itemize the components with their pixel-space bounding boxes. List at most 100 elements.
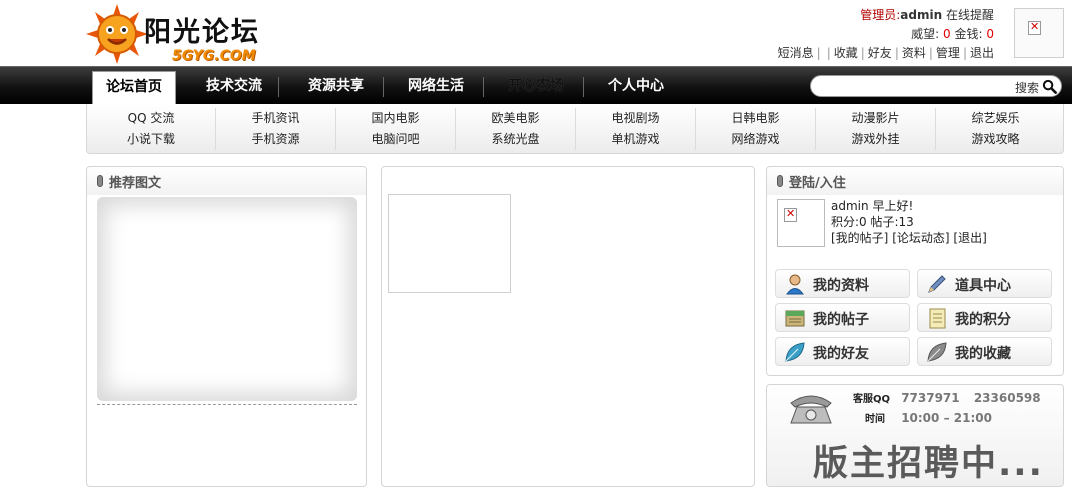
notepad-icon — [929, 308, 946, 329]
tab-tech[interactable]: 技术交流 — [191, 71, 279, 105]
panel-title: 推荐图文 — [109, 176, 162, 191]
button-label: 我的帖子 — [813, 312, 869, 328]
center-panel — [381, 166, 755, 487]
link-my-posts[interactable]: [我的帖子] — [831, 231, 888, 245]
link-favorites[interactable]: 收藏 — [834, 46, 858, 60]
user-icon — [786, 274, 804, 295]
button-label: 我的好友 — [813, 346, 869, 362]
subnav-link[interactable]: 综艺娱乐 — [936, 108, 1055, 129]
subnav-link[interactable]: 日韩电影 — [696, 108, 815, 129]
sun-logo-icon — [86, 4, 148, 64]
subnav-col: QQ 交流 小说下载 — [91, 108, 211, 150]
subnav-link[interactable]: 国内电影 — [336, 108, 455, 129]
button-label: 道具中心 — [955, 278, 1011, 294]
my-friends-button[interactable]: 我的好友 — [775, 337, 910, 366]
login-info: admin 早上好! 积分:0 帖子:13 [我的帖子] [论坛动态] [退出] — [831, 198, 987, 246]
login-panel: 登陆/入住 admin 早上好! 积分:0 帖子:13 [我的帖子] [论坛动态… — [766, 166, 1064, 376]
subnav-col: 欧美电影 系统光盘 — [455, 108, 575, 150]
tab-personal[interactable]: 个人中心 — [590, 71, 682, 105]
link-logout[interactable]: 退出 — [970, 46, 994, 60]
subnav-link[interactable]: 手机资源 — [216, 129, 335, 150]
panel-title: 登陆/入住 — [789, 176, 846, 191]
my-favorites-button[interactable]: 我的收藏 — [917, 337, 1052, 366]
sub-nav: QQ 交流 小说下载 手机资讯 手机资源 国内电影 电脑问吧 欧美电影 系统光盘… — [86, 104, 1064, 154]
broken-image-icon — [784, 207, 797, 222]
panel-header: 推荐图文 — [87, 167, 366, 195]
search-icon[interactable] — [1042, 79, 1057, 94]
broken-image-icon — [1028, 20, 1041, 35]
pencil-icon — [928, 275, 946, 293]
divider — [97, 404, 357, 405]
logo-title: 阳光论坛 — [144, 17, 260, 48]
subnav-col: 动漫影片 游戏外挂 — [815, 108, 935, 150]
subnav-link[interactable]: 网络游戏 — [696, 129, 815, 150]
money-value: 0 — [986, 27, 994, 41]
my-points-button[interactable]: 我的积分 — [917, 303, 1052, 332]
search-label[interactable]: 搜索 — [1015, 79, 1039, 96]
tab-resources-label: 资源共享 — [308, 78, 364, 94]
subnav-link[interactable]: 电脑问吧 — [336, 129, 455, 150]
subnav-link[interactable]: 游戏攻略 — [936, 129, 1055, 150]
bullet-icon — [97, 175, 103, 187]
subnav-link[interactable]: 欧美电影 — [456, 108, 575, 129]
subnav-link[interactable]: 电视剧场 — [576, 108, 695, 129]
subnav-link[interactable]: QQ 交流 — [91, 108, 211, 129]
online-status[interactable]: 在线提醒 — [946, 8, 994, 22]
leaf-gray-icon — [927, 342, 947, 362]
link-logout[interactable]: [退出] — [953, 231, 986, 245]
item-center-button[interactable]: 道具中心 — [917, 269, 1052, 298]
qq-label: 客服QQ — [853, 394, 891, 405]
subnav-link[interactable]: 单机游戏 — [576, 129, 695, 150]
customer-service-panel: 客服QQ 7737971 23360598 时间 10:00 – 21:00 版… — [766, 384, 1064, 487]
qq-line: 客服QQ 7737971 23360598 — [853, 389, 1051, 409]
time-value: 10:00 – 21:00 — [901, 411, 992, 425]
subnav-link[interactable]: 小说下载 — [91, 129, 211, 150]
prestige-value: 0 — [943, 27, 951, 41]
time-line: 时间 10:00 – 21:00 — [853, 409, 1051, 429]
header-avatar[interactable] — [1014, 8, 1064, 58]
qq-number[interactable]: 7737971 — [901, 391, 959, 405]
search-box[interactable]: 搜索 — [810, 75, 1062, 97]
main-nav: 论坛首页 技术交流 资源共享 网络生活 开心农场 个人中心 搜索 — [0, 66, 1072, 107]
user-links: 短消息 | | 收藏 | 好友 | 资料 | 管理 | 退出 — [777, 46, 994, 60]
qq-number[interactable]: 23360598 — [974, 391, 1041, 405]
leaf-icon — [785, 342, 805, 362]
my-profile-button[interactable]: 我的资料 — [775, 269, 910, 298]
subnav-link[interactable]: 手机资讯 — [216, 108, 335, 129]
tab-resources[interactable]: 资源共享 — [290, 71, 384, 105]
subnav-link[interactable]: 系统光盘 — [456, 129, 575, 150]
time-label: 时间 — [865, 414, 885, 425]
subnav-col: 国内电影 电脑问吧 — [335, 108, 455, 150]
user-stats: 积分:0 帖子:13 — [831, 215, 914, 229]
link-profile[interactable]: 资料 — [902, 46, 926, 60]
login-username[interactable]: admin — [831, 199, 869, 213]
my-posts-button[interactable]: 我的帖子 — [775, 303, 910, 332]
user-stats-line: 威望: 0 金钱: 0 — [778, 25, 994, 44]
subnav-link[interactable]: 动漫影片 — [816, 108, 935, 129]
user-name[interactable]: admin — [900, 8, 942, 22]
moderator-recruit-banner[interactable]: 版主招聘中... — [813, 435, 1044, 486]
button-label: 我的收藏 — [955, 346, 1011, 362]
login-links: [我的帖子] [论坛动态] [退出] — [831, 230, 987, 246]
subnav-link[interactable]: 游戏外挂 — [816, 129, 935, 150]
user-role: 管理员: — [860, 8, 901, 22]
site-logo[interactable]: 阳光论坛 5GYG.COM — [86, 4, 276, 66]
logo-domain: 5GYG.COM — [172, 48, 256, 64]
tab-farm[interactable]: 开心农场 — [490, 71, 584, 105]
button-label: 我的资料 — [813, 278, 869, 294]
greeting-line: admin 早上好! — [831, 198, 987, 214]
link-forum-activity[interactable]: [论坛动态] — [892, 231, 949, 245]
link-messages[interactable]: 短消息 — [778, 46, 814, 60]
user-avatar[interactable] — [777, 199, 825, 247]
tab-tech-label: 技术交流 — [206, 78, 262, 94]
center-image-placeholder[interactable] — [388, 194, 511, 293]
service-info: 客服QQ 7737971 23360598 时间 10:00 – 21:00 — [853, 389, 1051, 429]
subnav-col: 手机资讯 手机资源 — [215, 108, 335, 150]
tab-home[interactable]: 论坛首页 — [92, 71, 176, 107]
link-friends[interactable]: 好友 — [868, 46, 892, 60]
panel-header: 登陆/入住 — [767, 167, 1063, 195]
tab-netlife[interactable]: 网络生活 — [390, 71, 484, 105]
link-admin[interactable]: 管理 — [936, 46, 960, 60]
button-label: 我的积分 — [955, 312, 1011, 328]
featured-image-frame[interactable] — [97, 197, 357, 401]
